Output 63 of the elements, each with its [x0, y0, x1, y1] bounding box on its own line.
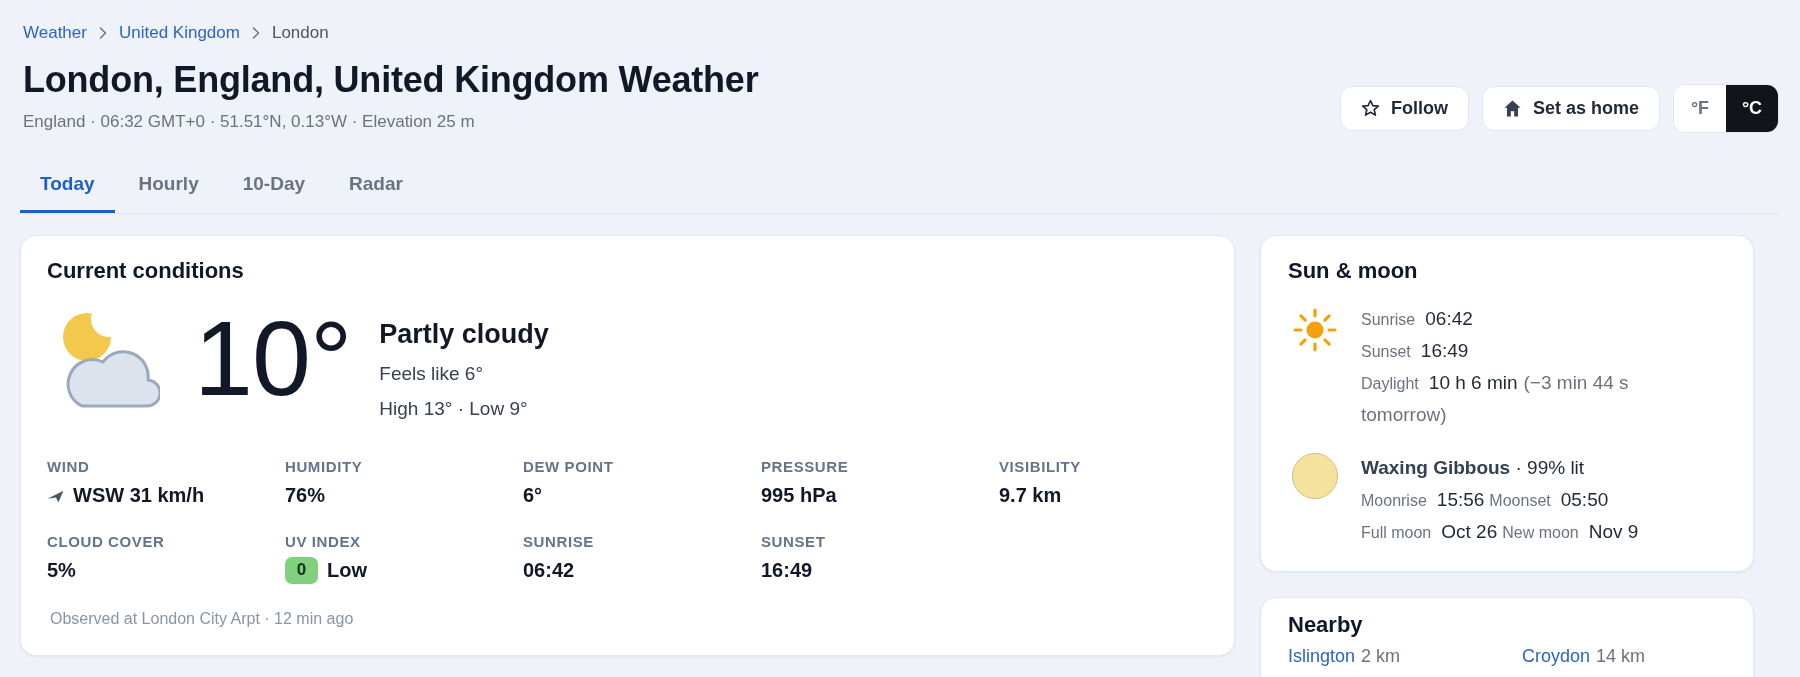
time-label: Moonset: [1489, 492, 1551, 509]
observation-note: Observed at London City Arpt · 12 min ago: [49, 609, 355, 629]
breadcrumb-link[interactable]: United Kingdom: [118, 22, 240, 44]
stat-value: 6°: [523, 483, 543, 508]
breadcrumb-current: London: [271, 22, 329, 44]
stat-label: UV INDEX: [285, 533, 361, 551]
moon-phase-text: Waxing Gibbous · 99% lit: [1361, 457, 1585, 478]
stat-label: SUNRISE: [523, 533, 594, 551]
follow-button[interactable]: Follow: [1339, 86, 1469, 131]
place-distance: 14 km: [1596, 646, 1646, 666]
daylight-text: Daylight 10 h 6 min (−3 min 44 s tomorrow): [1361, 375, 1629, 424]
place-distance: 2 km: [1361, 646, 1401, 666]
sun-icon: [1293, 308, 1337, 352]
stat-label: CLOUD COVER: [47, 533, 165, 551]
time-label: Sunrise: [1361, 311, 1416, 328]
time-label: Sunset: [1361, 343, 1411, 360]
uv-index-badge: 0: [285, 556, 318, 584]
stat-value: 16:49: [761, 558, 813, 583]
time-value: Oct 26: [1441, 521, 1498, 542]
chevron-icon: [251, 27, 260, 39]
time-value: 05:50: [1560, 489, 1609, 510]
moon-icon: [1292, 453, 1338, 499]
time-label: Full moon: [1361, 524, 1432, 541]
stat-label: SUNSET: [761, 533, 826, 551]
tab[interactable]: Hourly: [118, 150, 219, 213]
tab[interactable]: Today: [20, 150, 115, 213]
time-value: 15:56: [1436, 489, 1485, 510]
unit-button[interactable]: °C: [1726, 85, 1778, 132]
stat-label: HUMIDITY: [285, 458, 363, 476]
card-title: Sun & moon: [1288, 257, 1419, 285]
location-details: England · 06:32 GMT+0 · 51.51°N, 0.13°W · Elevation 25 m: [22, 111, 476, 133]
feels-like-text: Feels like 6°: [379, 363, 483, 385]
star-icon: [1360, 99, 1380, 118]
tab[interactable]: Radar: [329, 150, 423, 213]
temperature: 10°: [194, 305, 352, 411]
tab[interactable]: 10-Day: [222, 150, 326, 213]
stat-value: 9.7 km: [999, 483, 1062, 508]
home-icon: [1502, 99, 1522, 118]
stat-label: WIND: [47, 458, 90, 476]
chevron-icon: [98, 27, 107, 39]
stat-label: VISIBILITY: [999, 458, 1081, 476]
card-title: Current conditions: [47, 257, 245, 285]
time-value: Nov 9: [1588, 521, 1639, 542]
high-low-text: High 13° · Low 9°: [379, 398, 528, 420]
stat-label: PRESSURE: [761, 458, 849, 476]
time-label: New moon: [1502, 524, 1579, 541]
condition-text: Partly cloudy: [379, 318, 549, 351]
time-value: 06:42: [1425, 308, 1473, 329]
place-link[interactable]: Croydon: [1522, 646, 1591, 666]
breadcrumb-link[interactable]: Weather: [23, 22, 87, 44]
page-title: London, England, United Kingdom Weather: [22, 58, 759, 102]
stat-label: DEW POINT: [523, 458, 614, 476]
stat-value: 06:42: [523, 558, 575, 583]
stat-value: Low: [327, 558, 367, 583]
set-home-button[interactable]: Set as home: [1481, 86, 1660, 131]
time-value: 16:49: [1420, 340, 1469, 361]
stat-value: 995 hPa: [761, 483, 837, 508]
time-label: Moonrise: [1361, 492, 1427, 509]
stat-value: 5%: [47, 558, 76, 583]
card-title: Nearby: [1288, 611, 1364, 639]
stat-value: 76%: [285, 483, 326, 508]
place-link[interactable]: Islington: [1288, 646, 1356, 666]
stat-value: WSW 31 km/h: [73, 483, 205, 508]
